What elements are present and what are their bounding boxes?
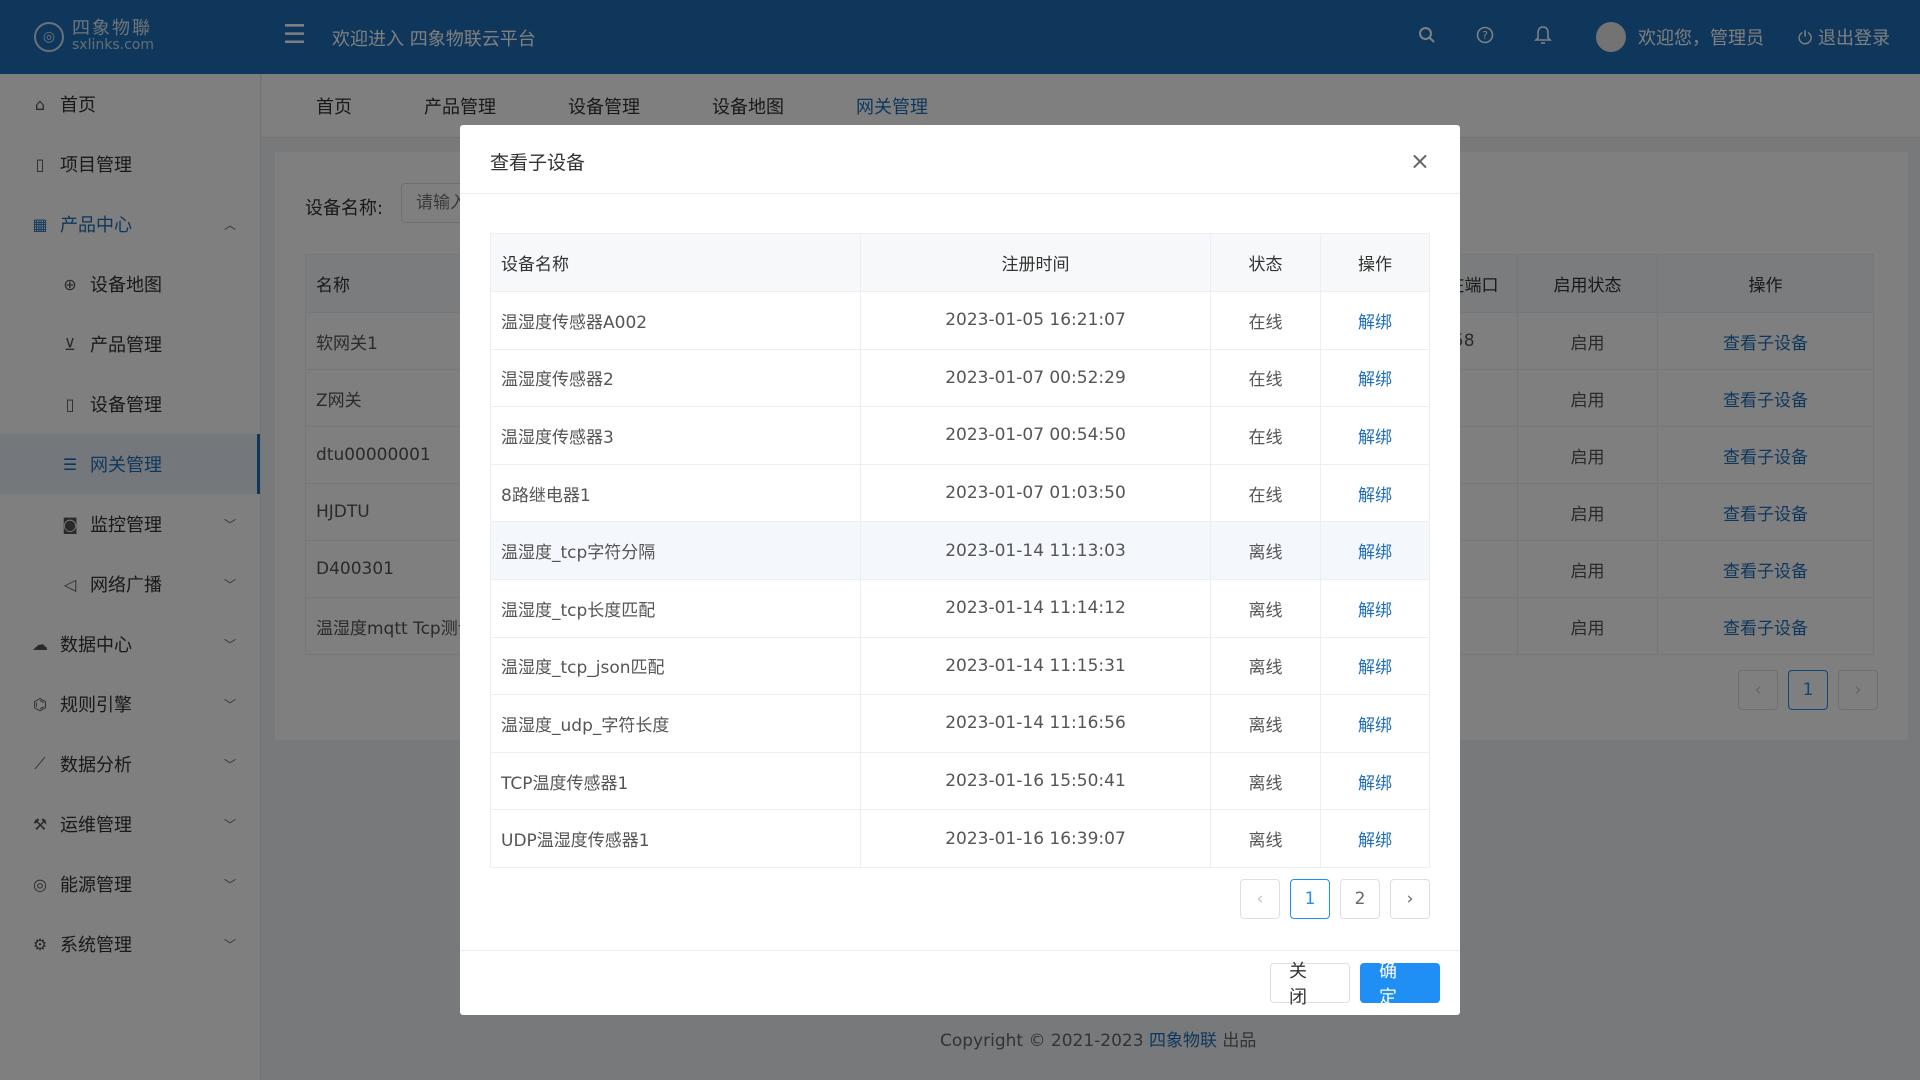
dialog-title: 查看子设备 xyxy=(490,152,586,174)
table-row: 温湿度_tcp长度匹配 2023-01-14 11:14:12 离线 解绑 xyxy=(490,578,1430,638)
cell-status: 在线 xyxy=(1210,291,1321,350)
col-header-status: 状态 xyxy=(1210,233,1321,292)
cell-register-time: 2023-01-05 16:21:07 xyxy=(860,291,1211,350)
table-row: 温湿度_tcp字符分隔 2023-01-14 11:13:03 离线 解绑 xyxy=(490,521,1430,580)
unbind-link[interactable]: 解绑 xyxy=(1358,486,1392,506)
cell-register-time: 2023-01-07 00:54:50 xyxy=(860,406,1211,465)
col-header-register-time: 注册时间 xyxy=(860,233,1211,292)
unbind-link[interactable]: 解绑 xyxy=(1358,601,1392,621)
cell-status: 离线 xyxy=(1210,578,1321,638)
cell-status: 在线 xyxy=(1210,348,1321,408)
subdevice-dialog: 查看子设备 × 设备名称 注册时间 状态 操作 温湿度传感器A002 2023-… xyxy=(460,125,1460,1015)
page-1-button[interactable]: 1 xyxy=(1290,879,1330,919)
cell-register-time: 2023-01-14 11:16:56 xyxy=(860,694,1211,753)
cell-status: 离线 xyxy=(1210,694,1321,753)
cell-register-time: 2023-01-07 00:52:29 xyxy=(860,348,1211,408)
table-row: 温湿度传感器A002 2023-01-05 16:21:07 在线 解绑 xyxy=(490,291,1430,350)
cell-register-time: 2023-01-16 15:50:41 xyxy=(860,751,1211,811)
cell-register-time: 2023-01-14 11:14:12 xyxy=(860,578,1211,638)
cell-device-name: UDP温湿度传感器1 xyxy=(490,809,861,868)
table-row: 温湿度传感器3 2023-01-07 00:54:50 在线 解绑 xyxy=(490,406,1430,465)
cell-status: 在线 xyxy=(1210,463,1321,523)
table-row: 温湿度传感器2 2023-01-07 00:52:29 在线 解绑 xyxy=(490,348,1430,408)
unbind-link[interactable]: 解绑 xyxy=(1358,774,1392,794)
cell-register-time: 2023-01-14 11:13:03 xyxy=(860,521,1211,580)
table-row: 温湿度_tcp_json匹配 2023-01-14 11:15:31 离线 解绑 xyxy=(490,636,1430,696)
unbind-link[interactable]: 解绑 xyxy=(1358,658,1392,678)
cell-device-name: 温湿度传感器2 xyxy=(490,348,861,408)
prev-page-button[interactable]: ‹ xyxy=(1240,879,1280,919)
cell-device-name: TCP温度传感器1 xyxy=(490,751,861,811)
confirm-button[interactable]: 确定 xyxy=(1360,961,1440,1008)
dialog-footer: 关闭 确定 xyxy=(1270,961,1440,1008)
page-2-button[interactable]: 2 xyxy=(1340,879,1380,919)
table-row: 温湿度_udp_字符长度 2023-01-14 11:16:56 离线 解绑 xyxy=(490,694,1430,753)
cell-status: 在线 xyxy=(1210,406,1321,465)
cell-status: 离线 xyxy=(1210,751,1321,811)
unbind-link[interactable]: 解绑 xyxy=(1358,428,1392,448)
col-header-device-name: 设备名称 xyxy=(490,233,861,292)
close-icon[interactable]: × xyxy=(1410,147,1430,175)
unbind-link[interactable]: 解绑 xyxy=(1358,313,1392,333)
cell-device-name: 温湿度_udp_字符长度 xyxy=(490,694,861,753)
cell-register-time: 2023-01-07 01:03:50 xyxy=(860,463,1211,523)
cell-register-time: 2023-01-14 11:15:31 xyxy=(860,636,1211,696)
table-row: UDP温湿度传感器1 2023-01-16 16:39:07 离线 解绑 xyxy=(490,809,1430,868)
cell-device-name: 温湿度传感器3 xyxy=(490,406,861,465)
col-header-action: 操作 xyxy=(1320,233,1430,292)
cell-status: 离线 xyxy=(1210,636,1321,696)
unbind-link[interactable]: 解绑 xyxy=(1358,370,1392,390)
cell-device-name: 温湿度_tcp_json匹配 xyxy=(490,636,861,696)
next-page-button[interactable]: › xyxy=(1390,879,1430,919)
table-row: TCP温度传感器1 2023-01-16 15:50:41 离线 解绑 xyxy=(490,751,1430,811)
cell-device-name: 温湿度_tcp长度匹配 xyxy=(490,578,861,638)
subdevice-table: 设备名称 注册时间 状态 操作 温湿度传感器A002 2023-01-05 16… xyxy=(490,233,1430,868)
cell-device-name: 温湿度传感器A002 xyxy=(490,291,861,350)
cell-device-name: 8路继电器1 xyxy=(490,463,861,523)
unbind-link[interactable]: 解绑 xyxy=(1358,543,1392,563)
cell-register-time: 2023-01-16 16:39:07 xyxy=(860,809,1211,868)
close-button[interactable]: 关闭 xyxy=(1270,961,1350,1008)
dialog-pagination: ‹ 1 2 › xyxy=(1240,879,1430,919)
table-row: 8路继电器1 2023-01-07 01:03:50 在线 解绑 xyxy=(490,463,1430,523)
cell-device-name: 温湿度_tcp字符分隔 xyxy=(490,521,861,580)
dialog-footer-divider xyxy=(460,950,1460,951)
unbind-link[interactable]: 解绑 xyxy=(1358,831,1392,851)
dialog-header-divider xyxy=(460,193,1460,194)
cell-status: 离线 xyxy=(1210,809,1321,868)
cell-status: 离线 xyxy=(1210,521,1321,580)
unbind-link[interactable]: 解绑 xyxy=(1358,716,1392,736)
